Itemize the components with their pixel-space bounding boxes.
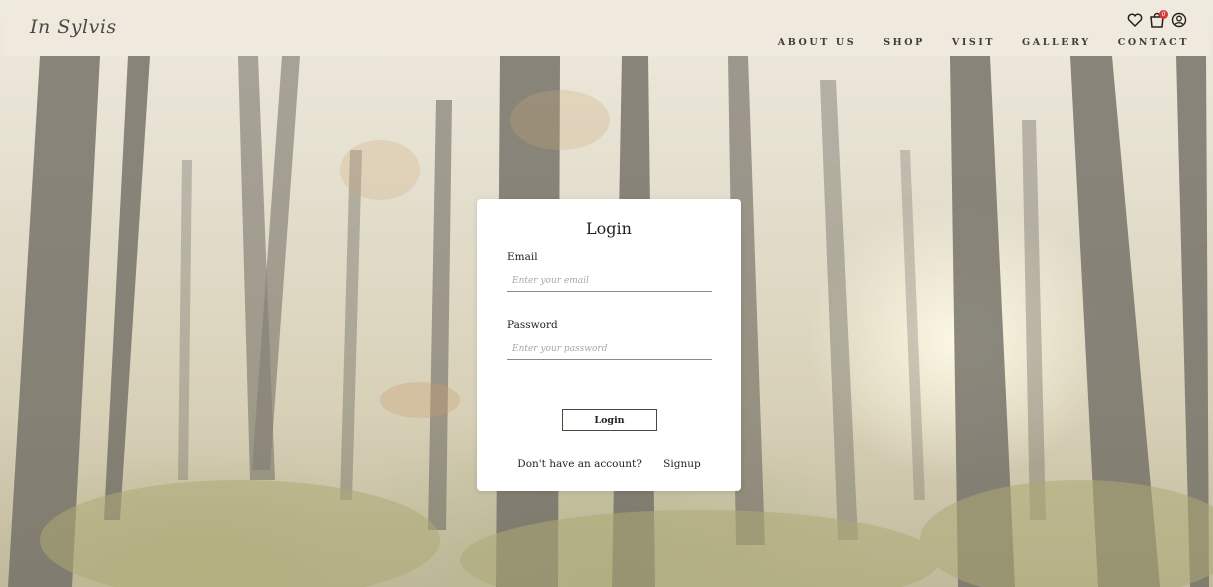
login-button[interactable]: Login — [562, 409, 657, 431]
user-circle-icon[interactable] — [1171, 12, 1187, 28]
nav-about-us[interactable]: ABOUT US — [778, 37, 856, 48]
nav-visit[interactable]: VISIT — [952, 37, 995, 48]
signup-link[interactable]: Signup — [663, 458, 701, 470]
nav-contact[interactable]: CONTACT — [1118, 37, 1189, 48]
main-nav: ABOUT US SHOP VISIT GALLERY CONTACT — [751, 37, 1189, 48]
site-header: In Sylvis 0 ABOUT US SHOP VISIT GALLERY … — [4, 4, 1209, 56]
email-input[interactable] — [507, 270, 712, 292]
header-icons: 0 — [1127, 10, 1187, 28]
site-logo[interactable]: In Sylvis — [30, 16, 117, 38]
password-input[interactable] — [507, 338, 712, 360]
nav-gallery[interactable]: GALLERY — [1022, 37, 1091, 48]
login-card: Login Email Password Login Don't have an… — [477, 199, 741, 491]
nav-shop[interactable]: SHOP — [883, 37, 925, 48]
signup-row: Don't have an account? Signup — [477, 458, 741, 470]
shopping-bag-icon[interactable]: 0 — [1149, 10, 1168, 28]
email-label: Email — [507, 251, 538, 263]
no-account-text: Don't have an account? — [517, 458, 642, 470]
login-title: Login — [586, 219, 632, 238]
cart-badge: 0 — [1159, 10, 1168, 19]
password-label: Password — [507, 319, 558, 331]
heart-icon[interactable] — [1127, 12, 1143, 28]
